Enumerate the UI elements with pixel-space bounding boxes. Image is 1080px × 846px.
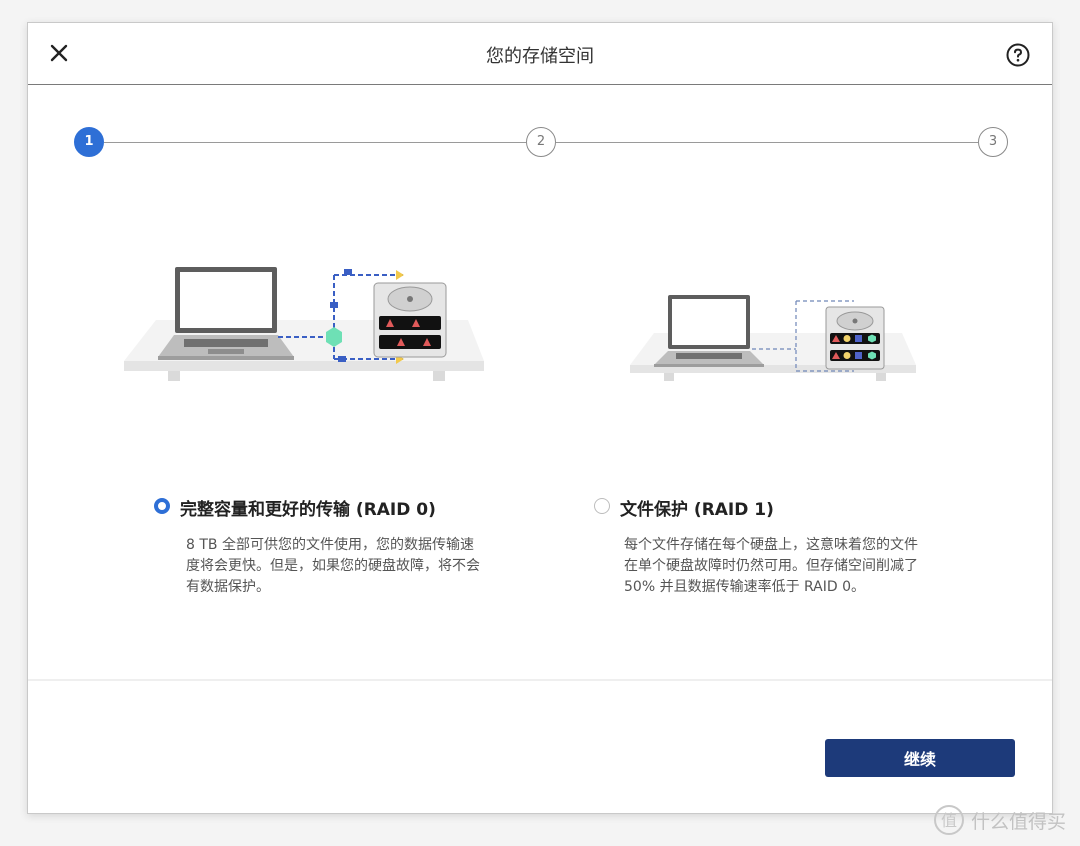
raid1-description-line: 每个文件存储在每个硬盘上，这意味着您的文件 <box>624 537 918 553</box>
raid0-title: 完整容量和更好的传输 (RAID 0) <box>180 500 436 520</box>
raid0-description: 8 TB 全部可供您的文件使用，您的数据传输速 度将会更快。但是，如果您的硬盘故… <box>186 535 536 598</box>
raid1-title: 文件保护 (RAID 1) <box>620 500 774 520</box>
raid1-radio[interactable] <box>594 498 610 514</box>
raid1-illustration <box>630 295 916 381</box>
step-2: 2 <box>526 127 556 157</box>
option-raid1[interactable]: 文件保护 (RAID 1) 每个文件存储在每个硬盘上，这意味着您的文件 在单个硬… <box>588 253 988 595</box>
raid0-description-line: 有数据保护。 <box>186 579 270 595</box>
raid0-illustration <box>124 267 484 381</box>
dialog-title: 您的存储空间 <box>486 46 594 67</box>
footer-divider <box>28 679 1052 681</box>
raid0-description-line: 8 TB 全部可供您的文件使用，您的数据传输速 <box>186 537 474 553</box>
step-connector <box>104 142 526 143</box>
svg-text:值: 值 <box>941 811 957 830</box>
continue-button[interactable]: 继续 <box>825 739 1015 777</box>
watermark-text: 什么值得买 <box>970 810 1066 833</box>
help-icon[interactable] <box>1006 43 1030 67</box>
watermark-logo-icon: 值 <box>933 805 964 835</box>
watermark: 值 什么值得买 <box>933 804 1066 836</box>
raid1-description: 每个文件存储在每个硬盘上，这意味着您的文件 在单个硬盘故障时仍然可用。但存储空间… <box>624 535 984 598</box>
option-raid0[interactable]: 完整容量和更好的传输 (RAID 0) 8 TB 全部可供您的文件使用，您的数据… <box>118 253 498 595</box>
step-1: 1 <box>74 127 104 157</box>
raid1-description-line: 在单个硬盘故障时仍然可用。但存储空间削减了 <box>624 558 918 574</box>
step-3: 3 <box>978 127 1008 157</box>
storage-dialog: 您的存储空间 1 2 3 完整容量和更好的传输 (RAID 0) 8 TB 全部… <box>27 22 1053 814</box>
progress-stepper: 1 2 3 <box>74 126 1008 158</box>
raid1-description-line: 50% 并且数据传输速率低于 RAID 0。 <box>624 579 866 595</box>
dialog-titlebar: 您的存储空间 <box>28 23 1052 85</box>
step-connector <box>556 142 978 143</box>
raid0-radio[interactable] <box>154 498 170 514</box>
raid0-description-line: 度将会更快。但是，如果您的硬盘故障，将不会 <box>186 558 480 574</box>
